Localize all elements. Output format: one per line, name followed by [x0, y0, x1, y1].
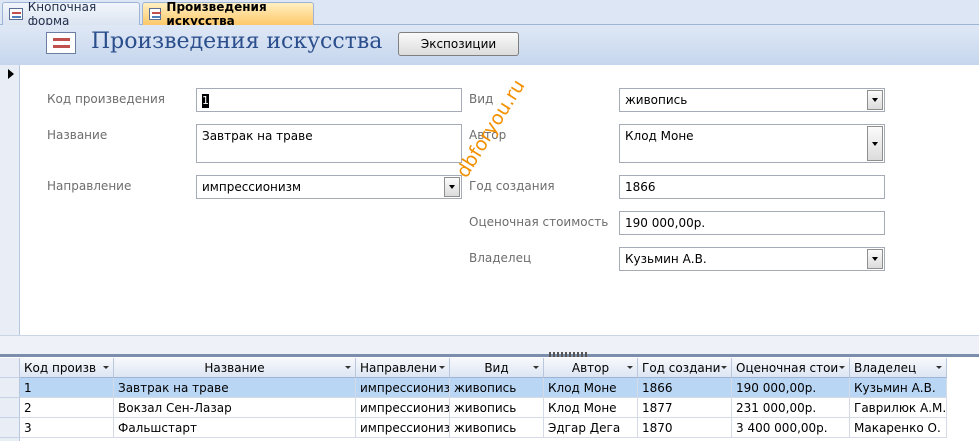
- code-value: 1: [202, 94, 209, 108]
- record-selector[interactable]: [0, 65, 20, 335]
- sort-arrow-icon[interactable]: [439, 366, 445, 369]
- column-header-label: Вид: [484, 361, 509, 375]
- cell-kind[interactable]: живопись: [450, 418, 544, 438]
- cell-cost[interactable]: 3 400 000,00р.: [732, 418, 850, 438]
- column-header-label: Год создани: [642, 361, 721, 375]
- document-tab-bar: Кнопочная форма Произведения искусства: [0, 0, 979, 28]
- cell-name[interactable]: Фальшстарт: [114, 418, 356, 438]
- datasheet-record-selectors[interactable]: [0, 358, 20, 441]
- cell-year[interactable]: 1866: [638, 378, 732, 398]
- column-header-name[interactable]: Название: [114, 358, 356, 378]
- author-value: Клод Моне: [625, 129, 694, 143]
- tab-label: Кнопочная форма: [27, 0, 97, 28]
- kind-combo[interactable]: живопись: [619, 88, 885, 112]
- dropdown-arrow-icon[interactable]: [867, 249, 883, 269]
- cell-year[interactable]: 1877: [638, 398, 732, 418]
- year-field[interactable]: 1866: [619, 175, 885, 199]
- form-footer-area: [0, 335, 979, 355]
- cell-owner[interactable]: Гаврилюк А.М.: [850, 398, 947, 418]
- cell-name[interactable]: Вокзал Сен-Лазар: [114, 398, 356, 418]
- cell-owner[interactable]: Макаренко О.: [850, 418, 947, 438]
- cell-direction[interactable]: импрессионизм: [356, 398, 450, 418]
- column-header-label: Автор: [571, 361, 610, 375]
- column-header-author[interactable]: Автор: [544, 358, 638, 378]
- column-header-label: Название: [204, 361, 265, 375]
- cost-label: Оценочная стоимость: [469, 215, 609, 229]
- cell-name[interactable]: Завтрак на траве: [114, 378, 356, 398]
- sort-arrow-icon[interactable]: [103, 366, 109, 369]
- cell-code[interactable]: 3: [20, 418, 114, 438]
- kind-label: Вид: [469, 92, 494, 106]
- datasheet: Код произв Название Направлени Вид Автор…: [0, 358, 979, 441]
- cell-kind[interactable]: живопись: [450, 398, 544, 418]
- owner-label: Владелец: [469, 251, 532, 265]
- direction-value: импрессионизм: [202, 180, 302, 194]
- year-label: Год создания: [469, 179, 555, 193]
- sort-arrow-icon[interactable]: [345, 366, 351, 369]
- cost-field[interactable]: 190 000,00р.: [619, 211, 885, 235]
- form-header: Произведения искусства Экспозиции: [0, 25, 979, 65]
- tab-switchboard[interactable]: Кнопочная форма: [2, 0, 140, 28]
- cell-code[interactable]: 1: [20, 378, 114, 398]
- column-header-cost[interactable]: Оценочная стои: [732, 358, 850, 378]
- column-header-owner[interactable]: Владелец: [850, 358, 947, 378]
- cell-kind[interactable]: живопись: [450, 378, 544, 398]
- dropdown-arrow-icon[interactable]: [444, 177, 460, 197]
- cell-year[interactable]: 1870: [638, 418, 732, 438]
- form-icon: [9, 8, 23, 20]
- sort-arrow-icon[interactable]: [721, 366, 727, 369]
- cell-author[interactable]: Клод Моне: [544, 398, 638, 418]
- column-header-label: Направлени: [360, 361, 437, 375]
- author-combo[interactable]: Клод Моне: [619, 124, 885, 163]
- column-header-label: Код произв: [24, 361, 97, 375]
- direction-combo[interactable]: импрессионизм: [196, 175, 462, 199]
- dropdown-arrow-icon[interactable]: [867, 126, 883, 161]
- name-field[interactable]: Завтрак на траве: [196, 124, 462, 163]
- cell-author[interactable]: Клод Моне: [544, 378, 638, 398]
- page-title: Произведения искусства: [91, 29, 383, 54]
- code-field[interactable]: 1: [196, 88, 462, 112]
- sort-arrow-icon[interactable]: [627, 366, 633, 369]
- sort-arrow-icon[interactable]: [533, 366, 539, 369]
- cell-code[interactable]: 2: [20, 398, 114, 418]
- cell-cost[interactable]: 190 000,00р.: [732, 378, 850, 398]
- cell-direction[interactable]: импрессионизм: [356, 418, 450, 438]
- form-icon: [46, 32, 76, 54]
- dropdown-arrow-icon[interactable]: [867, 90, 883, 110]
- cell-cost[interactable]: 231 000,00р.: [732, 398, 850, 418]
- expositions-button[interactable]: Экспозиции: [398, 32, 519, 56]
- tab-label: Произведения искусства: [166, 0, 267, 28]
- direction-label: Направление: [47, 179, 132, 193]
- sort-arrow-icon[interactable]: [839, 366, 845, 369]
- column-header-label: Оценочная стои: [736, 361, 839, 375]
- cell-direction[interactable]: импрессионизм: [356, 378, 450, 398]
- split-form-divider[interactable]: [0, 354, 979, 357]
- column-header-label: Владелец: [854, 361, 917, 375]
- name-label: Название: [47, 128, 108, 142]
- cell-author[interactable]: Эдгар Дега: [544, 418, 638, 438]
- column-header-code[interactable]: Код произв: [20, 358, 114, 378]
- owner-combo[interactable]: Кузьмин А.В.: [619, 247, 885, 271]
- cell-owner[interactable]: Кузьмин А.В.: [850, 378, 947, 398]
- column-header-year[interactable]: Год создани: [638, 358, 732, 378]
- owner-value: Кузьмин А.В.: [625, 252, 707, 266]
- sort-arrow-icon[interactable]: [936, 366, 942, 369]
- form-icon: [149, 8, 162, 20]
- current-record-arrow-icon: [8, 69, 14, 79]
- column-header-kind[interactable]: Вид: [450, 358, 544, 378]
- kind-value: живопись: [625, 93, 688, 107]
- splitter-grip-icon[interactable]: [549, 352, 587, 357]
- tab-artworks[interactable]: Произведения искусства: [142, 0, 314, 28]
- code-label: Код произведения: [47, 92, 165, 106]
- column-header-direction[interactable]: Направлени: [356, 358, 450, 378]
